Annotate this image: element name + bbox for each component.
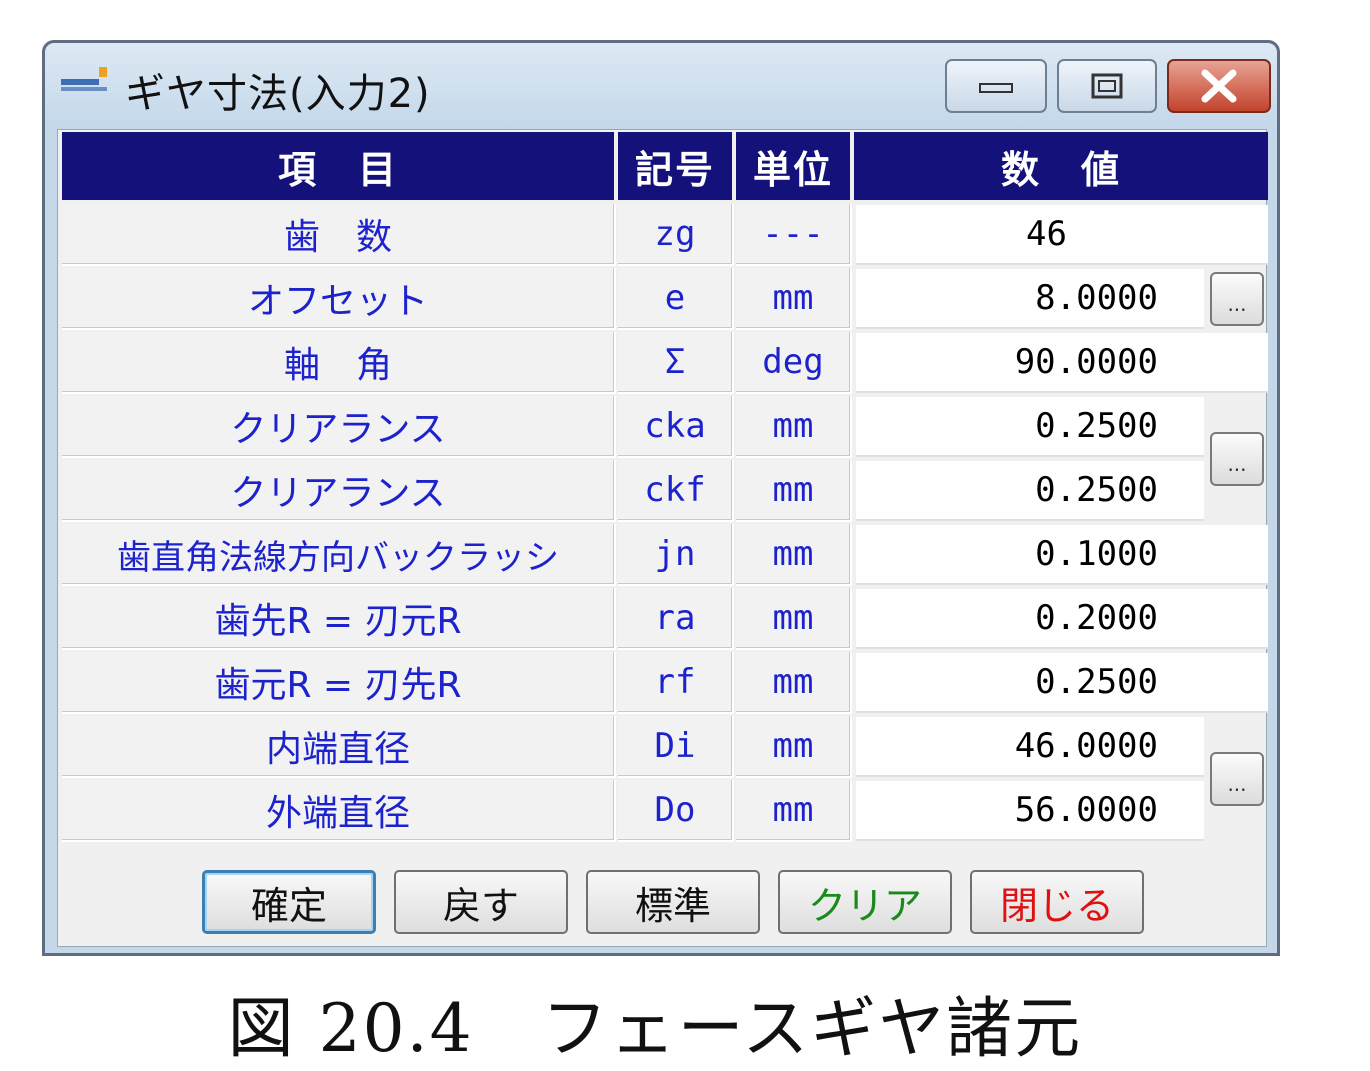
row-item-label: クリアランス bbox=[62, 460, 616, 522]
title-bar[interactable]: ギヤ寸法(入力2) bbox=[45, 43, 1277, 127]
value-field-tip-radius[interactable]: 0.2000 bbox=[856, 589, 1268, 649]
header-symbol: 記号 bbox=[618, 132, 732, 200]
row-item-label: 歯元R = 刃先R bbox=[62, 652, 616, 714]
row-symbol: ra bbox=[618, 588, 734, 650]
close-button[interactable]: 閉じる bbox=[970, 870, 1144, 934]
row-unit: mm bbox=[736, 268, 852, 330]
row-symbol: jn bbox=[618, 524, 734, 586]
gear-dimension-window: ギヤ寸法(入力2) 項 目 記号 単位 数 値 歯 数 zg --- 46 オフ… bbox=[42, 40, 1280, 956]
row-symbol: e bbox=[618, 268, 734, 330]
maximize-button[interactable] bbox=[1057, 59, 1157, 113]
row-unit: mm bbox=[736, 652, 852, 714]
row-item-label: 軸 角 bbox=[62, 332, 616, 394]
row-item-label: 歯直角法線方向バックラッシ bbox=[62, 524, 616, 586]
value-field-offset[interactable]: 8.0000 bbox=[856, 269, 1204, 329]
value-field-teeth[interactable]: 46 bbox=[856, 205, 1268, 265]
row-item-label: オフセット bbox=[62, 268, 616, 330]
maximize-icon bbox=[1091, 73, 1123, 99]
confirm-button[interactable]: 確定 bbox=[202, 870, 376, 934]
row-symbol: rf bbox=[618, 652, 734, 714]
value-field-inner-diameter[interactable]: 46.0000 bbox=[856, 717, 1204, 777]
row-unit: mm bbox=[736, 524, 852, 586]
value-field-clearance-f[interactable]: 0.2500 bbox=[856, 461, 1204, 521]
row-unit: mm bbox=[736, 588, 852, 650]
minimize-icon bbox=[979, 83, 1013, 93]
diameter-ellipsis-button[interactable]: ... bbox=[1210, 752, 1264, 806]
dialog-client-area: 項 目 記号 単位 数 値 歯 数 zg --- 46 オフセット e mm 8… bbox=[57, 129, 1268, 947]
clearance-ellipsis-button[interactable]: ... bbox=[1210, 432, 1264, 486]
row-unit: mm bbox=[736, 396, 852, 458]
clear-button[interactable]: クリア bbox=[778, 870, 952, 934]
minimize-button[interactable] bbox=[945, 59, 1047, 113]
figure-caption: 図 20.4 フェースギヤ諸元 bbox=[227, 990, 1083, 1067]
value-field-clearance-a[interactable]: 0.2500 bbox=[856, 397, 1204, 457]
close-window-button[interactable] bbox=[1167, 59, 1271, 113]
row-symbol: cka bbox=[618, 396, 734, 458]
value-field-backlash[interactable]: 0.1000 bbox=[856, 525, 1268, 585]
standard-button[interactable]: 標準 bbox=[586, 870, 760, 934]
value-field-shaft-angle[interactable]: 90.0000 bbox=[856, 333, 1268, 393]
row-item-label: 内端直径 bbox=[62, 716, 616, 778]
row-symbol: zg bbox=[618, 204, 734, 266]
row-symbol: Do bbox=[618, 780, 734, 842]
row-symbol: Σ bbox=[618, 332, 734, 394]
row-symbol: Di bbox=[618, 716, 734, 778]
header-unit: 単位 bbox=[736, 132, 850, 200]
app-icon bbox=[61, 67, 107, 91]
revert-button[interactable]: 戻す bbox=[394, 870, 568, 934]
row-item-label: 歯先R = 刃元R bbox=[62, 588, 616, 650]
value-field-outer-diameter[interactable]: 56.0000 bbox=[856, 781, 1204, 841]
header-value: 数 値 bbox=[854, 132, 1268, 200]
offset-ellipsis-button[interactable]: ... bbox=[1210, 272, 1264, 326]
row-item-label: クリアランス bbox=[62, 396, 616, 458]
row-unit: mm bbox=[736, 460, 852, 522]
row-item-label: 歯 数 bbox=[62, 204, 616, 266]
row-unit: deg bbox=[736, 332, 852, 394]
window-title: ギヤ寸法(入力2) bbox=[125, 71, 431, 117]
row-unit: mm bbox=[736, 780, 852, 842]
value-field-root-radius[interactable]: 0.2500 bbox=[856, 653, 1268, 713]
row-item-label: 外端直径 bbox=[62, 780, 616, 842]
close-icon bbox=[1201, 69, 1237, 103]
row-symbol: ckf bbox=[618, 460, 734, 522]
row-unit: mm bbox=[736, 716, 852, 778]
header-item: 項 目 bbox=[62, 132, 614, 200]
row-unit: --- bbox=[736, 204, 852, 266]
